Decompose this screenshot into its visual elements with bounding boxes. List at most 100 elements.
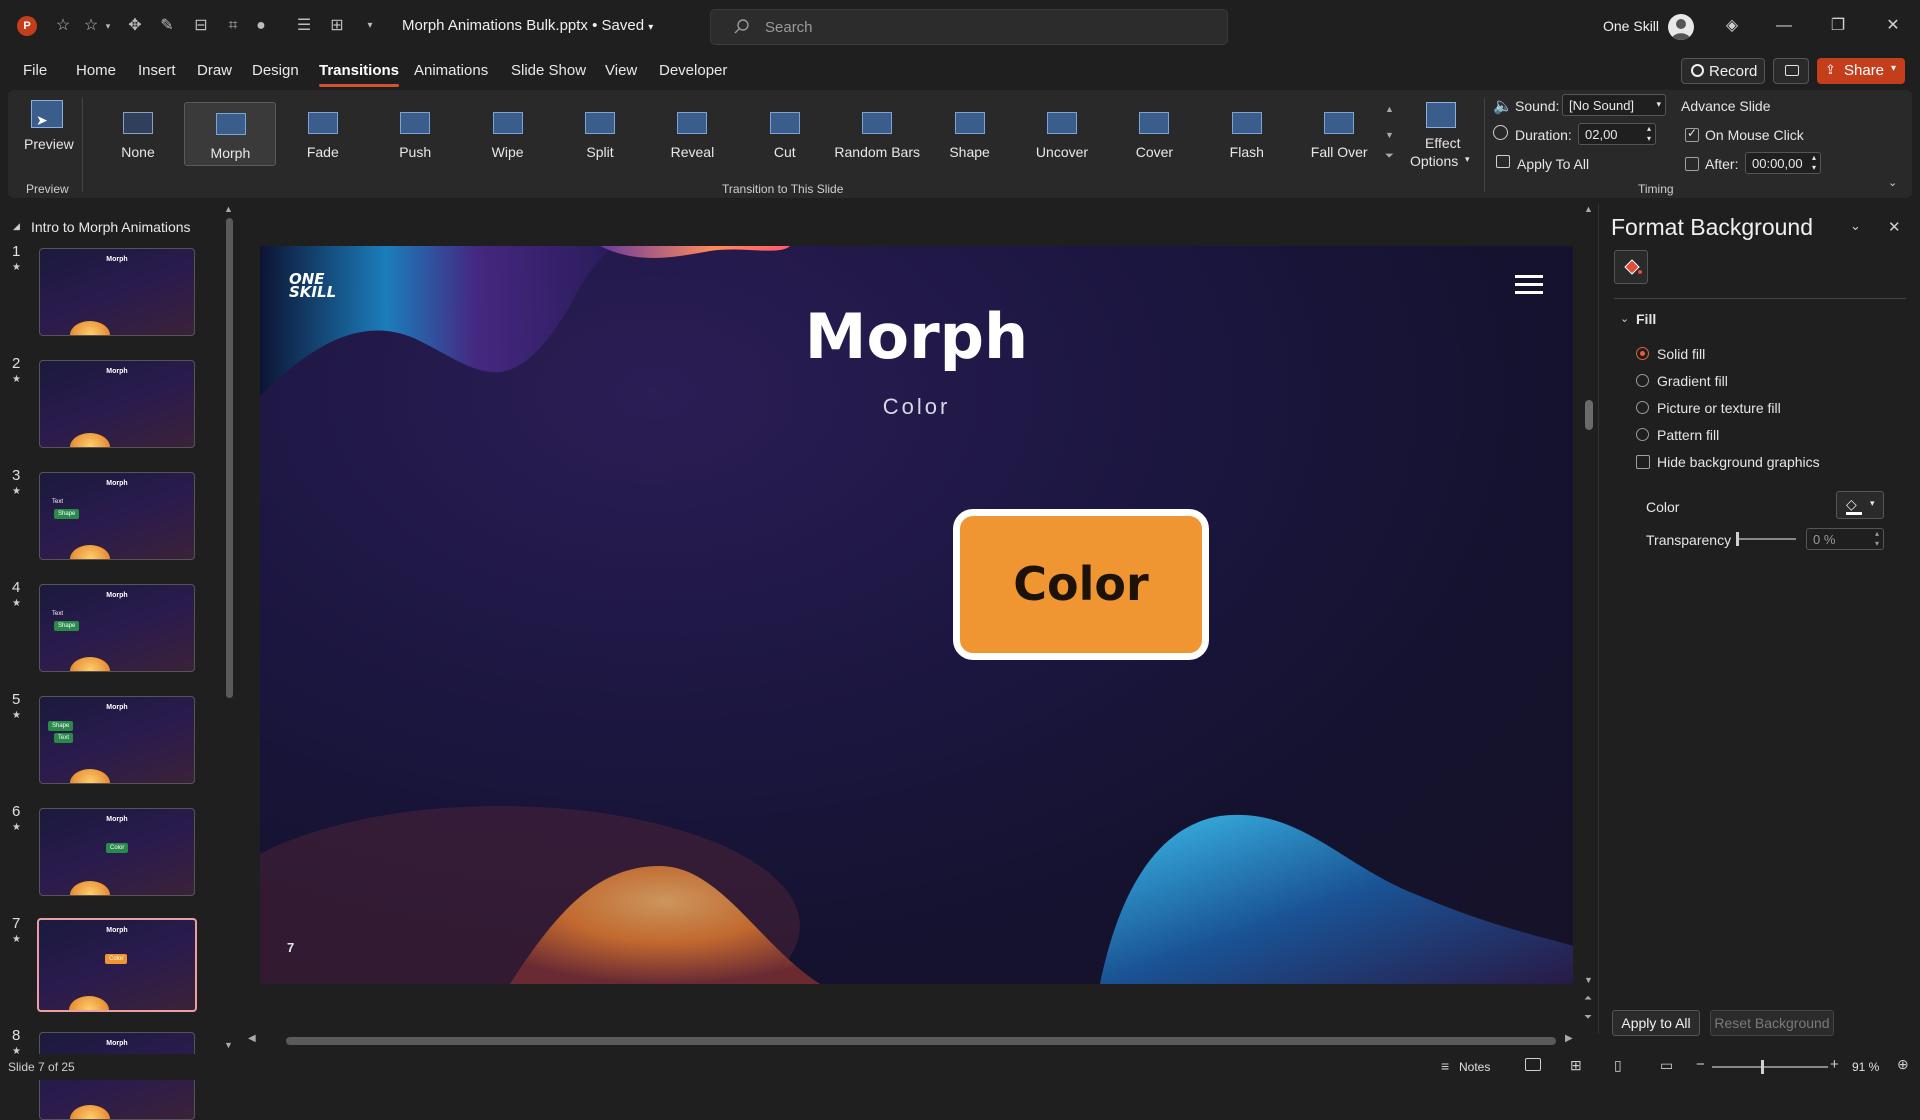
after-input[interactable]: 00:00,00 ▴ ▾ xyxy=(1745,152,1821,174)
pattern-fill-radio[interactable] xyxy=(1636,428,1649,441)
slide-thumbnail[interactable]: Morph Text Shape xyxy=(39,472,195,560)
zoom-slider-thumb[interactable] xyxy=(1761,1060,1764,1074)
slide-thumbnail[interactable]: Morph xyxy=(39,248,195,336)
after-checkbox[interactable] xyxy=(1685,157,1699,171)
section-header[interactable]: Intro to Morph Animations xyxy=(31,219,191,235)
crop-icon[interactable]: ⌗ xyxy=(222,15,244,37)
close-icon[interactable]: ✕ xyxy=(1879,12,1907,40)
gallery-more-icon[interactable]: ⏷ xyxy=(1385,150,1394,163)
duration-input[interactable]: 02,00 ▴ ▾ xyxy=(1578,123,1656,145)
tab-animations[interactable]: Animations xyxy=(414,62,488,79)
sound-select[interactable]: [No Sound] ▾ xyxy=(1562,94,1666,116)
preview-button[interactable]: ➤ Preview xyxy=(20,96,74,180)
transition-reveal[interactable]: Reveal xyxy=(646,102,738,166)
document-title[interactable]: Morph Animations Bulk.pptx • Saved ▾ xyxy=(402,17,653,34)
transition-none[interactable]: None xyxy=(92,102,184,166)
notes-button[interactable]: Notes xyxy=(1459,1060,1490,1074)
tab-insert[interactable]: Insert xyxy=(138,62,176,79)
comments-button[interactable] xyxy=(1773,58,1809,84)
collapse-ribbon-icon[interactable]: ⌄ xyxy=(1888,176,1897,189)
pane-close-icon[interactable]: ✕ xyxy=(1888,218,1901,236)
apply-to-all-button[interactable]: Apply To All xyxy=(1517,156,1589,172)
slide-title[interactable]: Morph xyxy=(260,300,1573,373)
zoom-out-icon[interactable]: − xyxy=(1696,1056,1705,1073)
solid-fill-radio[interactable] xyxy=(1636,347,1649,360)
shape-fill-icon[interactable]: ● xyxy=(250,15,272,37)
qat-dropdown-icon[interactable]: ▾ xyxy=(102,15,114,37)
slide-subtitle[interactable]: Color xyxy=(260,394,1573,420)
brush-icon[interactable]: ✎ xyxy=(156,15,178,37)
move-icon[interactable]: ✥ xyxy=(124,15,146,37)
hide-background-checkbox[interactable] xyxy=(1636,455,1650,469)
tab-design[interactable]: Design xyxy=(252,62,299,79)
minimize-icon[interactable]: — xyxy=(1770,12,1798,40)
record-button[interactable]: Record xyxy=(1681,58,1765,84)
slide-sorter-icon[interactable]: ⊞ xyxy=(1570,1057,1582,1074)
gallery-scroll-up-icon[interactable]: ▲ xyxy=(1385,104,1394,114)
normal-view-icon[interactable] xyxy=(1525,1058,1541,1071)
diamond-icon[interactable]: ◈ xyxy=(1718,12,1746,40)
tab-developer[interactable]: Developer xyxy=(659,62,727,79)
transition-shape[interactable]: Shape xyxy=(924,102,1016,166)
tab-view[interactable]: View xyxy=(605,62,637,79)
scroll-down-icon[interactable]: ▼ xyxy=(224,1040,233,1050)
customize-qat-icon[interactable]: ▾ xyxy=(359,15,381,37)
search-box[interactable]: Search xyxy=(710,9,1228,45)
notes-icon[interactable]: ≡ xyxy=(1441,1058,1449,1074)
slide-thumbnail[interactable]: Morph Text Shape xyxy=(39,584,195,672)
gallery-scroll-down-icon[interactable]: ▼ xyxy=(1385,130,1394,140)
distribute-icon[interactable]: ☰ xyxy=(293,15,315,37)
transparency-slider-thumb[interactable] xyxy=(1736,532,1739,546)
slide-show-icon[interactable]: ▭ xyxy=(1660,1057,1673,1074)
scroll-up-icon[interactable]: ▲ xyxy=(1584,204,1593,214)
spinner-icon[interactable]: ▴ ▾ xyxy=(1647,124,1651,144)
transparency-slider-track[interactable] xyxy=(1736,538,1796,540)
fit-to-window-icon[interactable]: ⊕ xyxy=(1897,1056,1909,1073)
thumbnail-scrollbar[interactable] xyxy=(226,218,233,698)
transition-wipe[interactable]: Wipe xyxy=(462,102,554,166)
align-icon[interactable]: ⊟ xyxy=(190,15,212,37)
transition-fade[interactable]: Fade xyxy=(277,102,369,166)
transition-cover[interactable]: Cover xyxy=(1108,102,1200,166)
fill-collapse-icon[interactable]: ⌄ xyxy=(1620,312,1629,325)
color-shape[interactable]: Color xyxy=(953,509,1209,660)
autosave-icon[interactable]: ☆ xyxy=(52,15,74,37)
slide-thumbnail[interactable]: Morph Color xyxy=(37,918,197,1012)
fill-tab-button[interactable] xyxy=(1614,250,1648,284)
spinner-icon[interactable]: ▴ ▾ xyxy=(1812,153,1816,173)
transition-cut[interactable]: Cut xyxy=(739,102,831,166)
tab-slide-show[interactable]: Slide Show xyxy=(511,62,586,79)
share-dropdown-icon[interactable]: ▾ xyxy=(1891,63,1896,74)
user-name[interactable]: One Skill xyxy=(1603,18,1659,34)
on-mouse-click-checkbox[interactable]: ✓ xyxy=(1685,126,1699,142)
vertical-scrollbar[interactable] xyxy=(1585,400,1593,430)
picture-fill-radio[interactable] xyxy=(1636,401,1649,414)
transition-random-bars[interactable]: Random Bars xyxy=(831,102,923,166)
zoom-level[interactable]: 91 % xyxy=(1852,1060,1879,1074)
pane-options-icon[interactable]: ⌄ xyxy=(1850,218,1861,234)
previous-slide-icon[interactable]: ⏶ xyxy=(1584,993,1592,1004)
share-button[interactable]: ⇪ Share ▾ xyxy=(1817,58,1905,84)
spinner-icon[interactable]: ▴ ▾ xyxy=(1875,529,1879,549)
transition-fall-over[interactable]: Fall Over xyxy=(1293,102,1385,166)
transition-uncover[interactable]: Uncover xyxy=(1016,102,1108,166)
transition-split[interactable]: Split xyxy=(554,102,646,166)
gradient-fill-radio[interactable] xyxy=(1636,374,1649,387)
scroll-up-icon[interactable]: ▲ xyxy=(224,204,233,214)
slide-canvas[interactable]: ONE SKILL Morph Color Color 7 xyxy=(260,246,1573,984)
tab-home[interactable]: Home xyxy=(76,62,116,79)
favorite-icon[interactable]: ☆ xyxy=(80,15,102,37)
tab-draw[interactable]: Draw xyxy=(197,62,232,79)
effect-options-button[interactable]: Effect Options ▾ xyxy=(1404,98,1478,174)
avatar[interactable] xyxy=(1668,14,1694,40)
fill-section-header[interactable]: Fill xyxy=(1636,311,1656,327)
tab-file[interactable]: File xyxy=(23,62,47,79)
slide-thumbnail[interactable]: Morph Shape Text xyxy=(39,696,195,784)
section-collapse-icon[interactable]: ◢ xyxy=(13,221,20,232)
color-picker-button[interactable]: ◇ ▾ xyxy=(1836,491,1884,519)
next-slide-icon[interactable]: ⏷ xyxy=(1584,1012,1592,1023)
horizontal-scrollbar[interactable] xyxy=(286,1037,1556,1045)
scroll-right-icon[interactable]: ▶ xyxy=(1565,1033,1573,1044)
slide-thumbnail[interactable]: Morph Color xyxy=(39,808,195,896)
transition-flash[interactable]: Flash xyxy=(1201,102,1293,166)
